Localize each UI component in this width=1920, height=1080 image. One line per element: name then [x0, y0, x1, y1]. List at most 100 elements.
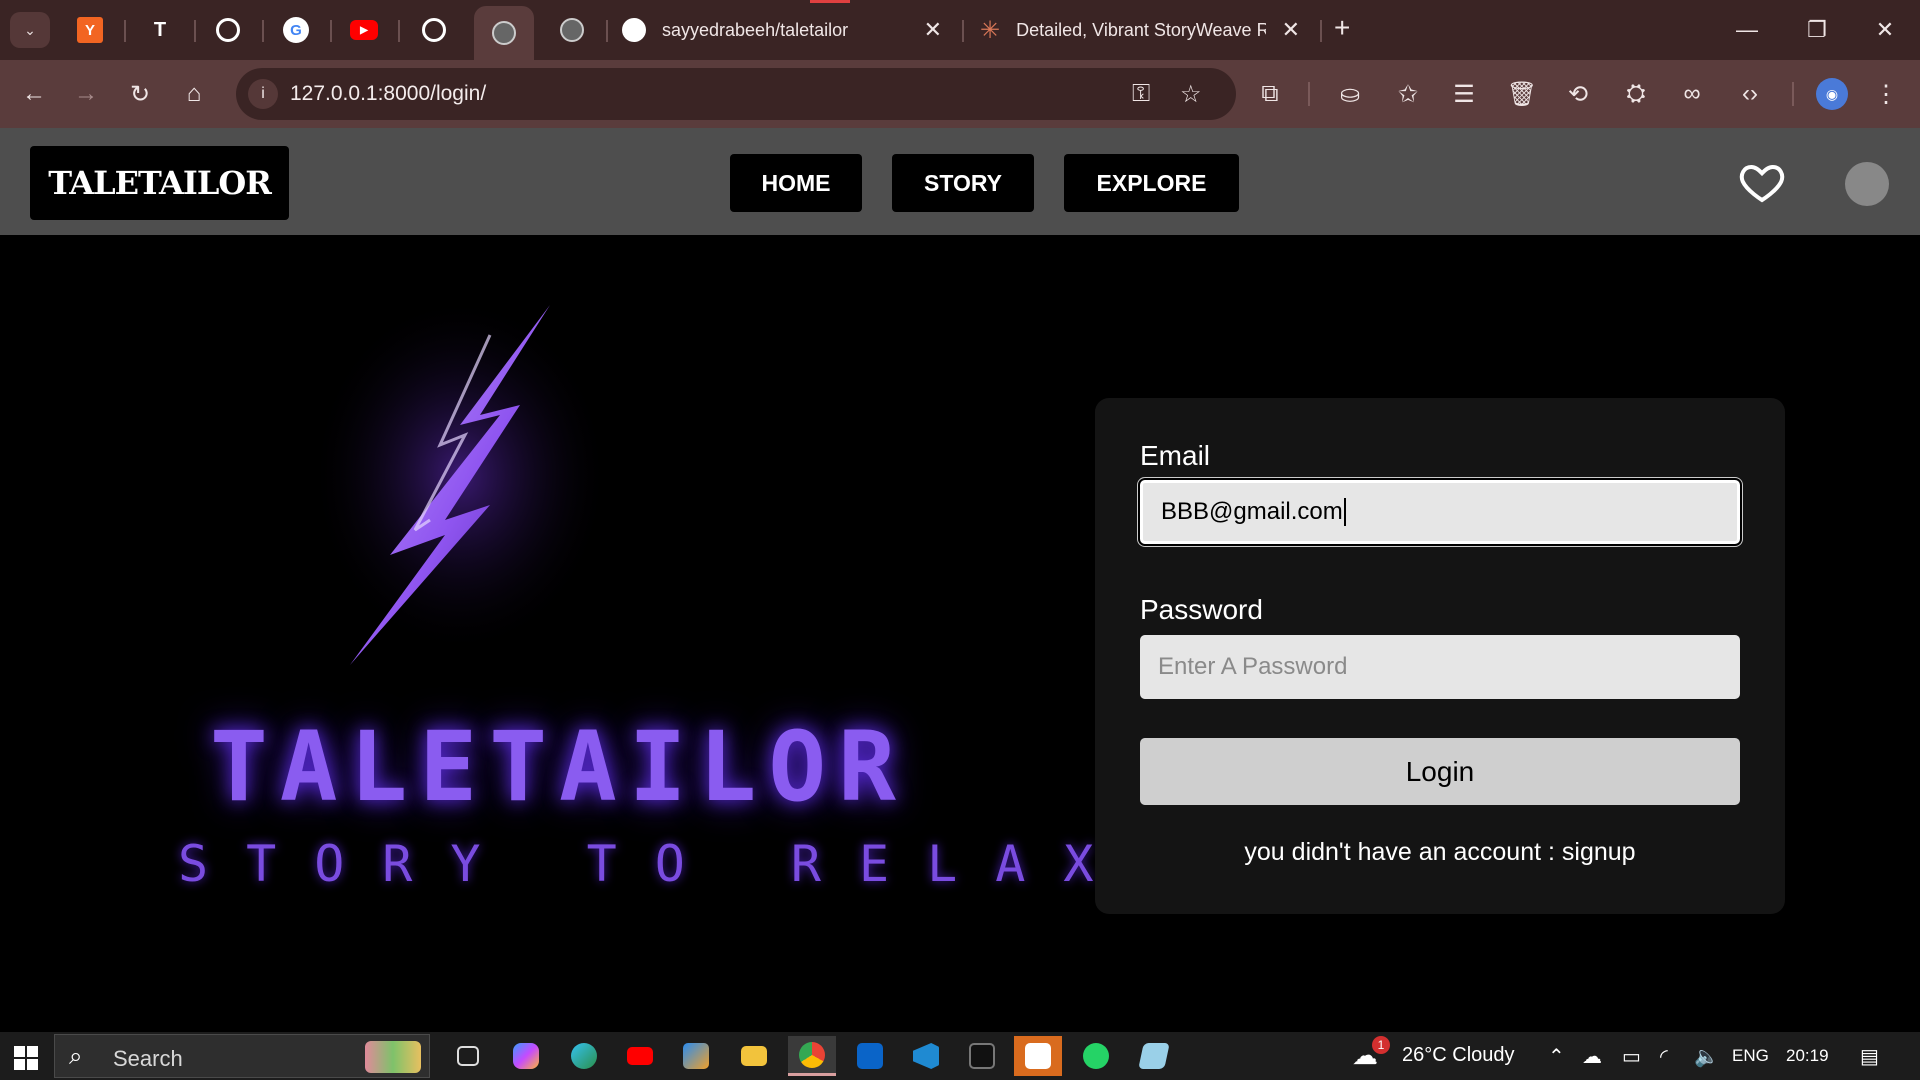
restore-icon[interactable]: ❐: [1792, 10, 1842, 50]
menu-kebab-icon[interactable]: ⋮: [1868, 76, 1904, 112]
writer-icon[interactable]: [1014, 1036, 1062, 1076]
vscode-icon[interactable]: [902, 1036, 950, 1076]
close-tab-icon[interactable]: ✕: [924, 17, 942, 43]
hero-logo-wordmark: TALETAILOR: [210, 711, 908, 823]
whatsapp-icon[interactable]: [1072, 1036, 1120, 1076]
outlook-icon[interactable]: [846, 1036, 894, 1076]
tab-separator: [962, 20, 964, 42]
tab-github[interactable]: sayyedrabeeh/taletailor ✕: [622, 8, 952, 52]
tab-separator: [1320, 20, 1322, 42]
terminal-icon[interactable]: [958, 1036, 1006, 1076]
close-window-icon[interactable]: ✕: [1860, 10, 1910, 50]
login-button[interactable]: Login: [1140, 738, 1740, 805]
tab-globe[interactable]: [538, 0, 606, 60]
nav-story-button[interactable]: STORY: [892, 154, 1034, 212]
nav-explore-button[interactable]: EXPLORE: [1064, 154, 1239, 212]
pinned-tab-chatgpt-2[interactable]: [400, 0, 468, 60]
search-highlight-icon: [365, 1041, 421, 1073]
extensions-icon[interactable]: ⧉: [1252, 76, 1288, 112]
delete-icon[interactable]: 🗑: [1504, 76, 1540, 112]
youtube-app-icon[interactable]: [616, 1036, 664, 1076]
hero-tagline: STORY TO RELAX: [178, 835, 1132, 893]
site-info-icon[interactable]: i: [248, 79, 278, 109]
user-avatar[interactable]: [1845, 162, 1889, 206]
chrome-icon[interactable]: [788, 1036, 836, 1076]
github-icon: [622, 18, 646, 42]
password-field[interactable]: Enter A Password: [1140, 635, 1740, 699]
email-field[interactable]: BBB@gmail.com: [1140, 480, 1740, 544]
devtools-icon[interactable]: ‹›: [1732, 76, 1768, 112]
pinned-tab-google[interactable]: G: [262, 0, 330, 60]
signup-link[interactable]: you didn't have an account : signup: [1095, 838, 1785, 867]
email-value: BBB@gmail.com: [1161, 498, 1343, 525]
heart-icon[interactable]: [1738, 158, 1786, 206]
language-indicator[interactable]: ENG: [1732, 1046, 1769, 1066]
chatgpt-icon: [422, 18, 446, 42]
minimize-icon[interactable]: —: [1722, 10, 1772, 50]
pinned-tab-youtube[interactable]: ▶: [330, 0, 398, 60]
tab-search-dropdown[interactable]: ⌄: [10, 12, 50, 48]
reload-icon[interactable]: ↻: [122, 76, 158, 112]
favorites-icon[interactable]: ✩: [1390, 76, 1426, 112]
wifi-icon[interactable]: ◜: [1660, 1044, 1668, 1069]
translate-icon[interactable]: ⛭: [1618, 76, 1654, 112]
back-icon[interactable]: ←: [16, 76, 52, 112]
notes-app-icon[interactable]: [1130, 1036, 1178, 1076]
browser-tab-strip: ⌄ Y T G ▶ sayyedrabeeh/taletailor ✕ ✳ De…: [0, 0, 1920, 60]
login-page: TALETAILOR STORY TO RELAX Email BBB@gmai…: [0, 235, 1920, 1032]
weather-badge: 1: [1372, 1036, 1390, 1054]
text-caret: [1343, 498, 1346, 526]
clock[interactable]: 20:19: [1786, 1046, 1829, 1066]
pinned-tab-toolbox[interactable]: T: [126, 0, 194, 60]
ycombinator-icon: Y: [77, 17, 103, 43]
volume-icon[interactable]: 🔈: [1694, 1044, 1719, 1069]
address-bar[interactable]: i 127.0.0.1:8000/login/ ⚿ ☆: [236, 68, 1236, 120]
site-brand-logo[interactable]: TALETAILOR: [30, 146, 289, 220]
reading-list-icon[interactable]: ☰: [1446, 76, 1482, 112]
taskbar-search-placeholder: Search: [113, 1046, 183, 1071]
password-label: Password: [1140, 594, 1263, 625]
incognito-icon[interactable]: ⛀: [1332, 76, 1368, 112]
windows-start-icon[interactable]: [14, 1046, 38, 1070]
toolbox-icon: T: [153, 18, 167, 41]
task-view-icon[interactable]: [444, 1036, 492, 1076]
new-tab-button[interactable]: +: [1334, 12, 1350, 44]
close-tab-icon[interactable]: ✕: [1282, 17, 1300, 43]
taskbar-search[interactable]: ⌕ Search: [54, 1034, 430, 1078]
active-tab-login[interactable]: [474, 6, 534, 60]
battery-icon[interactable]: ▭: [1622, 1044, 1641, 1069]
globe-icon: [492, 21, 516, 45]
history-icon[interactable]: ⟲: [1560, 76, 1596, 112]
chevron-up-icon[interactable]: ⌃: [1548, 1044, 1565, 1069]
login-card: Email BBB@gmail.com Password Enter A Pas…: [1095, 398, 1785, 914]
search-icon: ⌕: [69, 1043, 83, 1070]
link-icon[interactable]: ∞: [1674, 76, 1710, 112]
weather-text[interactable]: 26°C Cloudy: [1402, 1044, 1515, 1067]
notifications-icon[interactable]: ▤: [1860, 1044, 1879, 1069]
chatgpt-icon: [216, 18, 240, 42]
google-icon: G: [283, 17, 309, 43]
browser-toolbar: ← → ↻ ⌂ i 127.0.0.1:8000/login/ ⚿ ☆ ⧉ ⛀ …: [0, 60, 1920, 128]
tab-title: Detailed, Vibrant StoryWeave R: [1016, 19, 1267, 40]
onedrive-icon[interactable]: ☁: [1582, 1044, 1602, 1069]
copilot-icon[interactable]: [502, 1036, 550, 1076]
home-icon[interactable]: ⌂: [176, 76, 212, 112]
nav-home-button[interactable]: HOME: [730, 154, 862, 212]
tab-claude[interactable]: ✳ Detailed, Vibrant StoryWeave R ✕: [980, 8, 1310, 52]
file-explorer-icon[interactable]: [730, 1036, 778, 1076]
pinned-tab-ycombinator[interactable]: Y: [56, 0, 124, 60]
forward-icon[interactable]: →: [68, 76, 104, 112]
tab-separator: [606, 20, 608, 42]
youtube-icon: ▶: [350, 20, 378, 40]
loading-indicator: [810, 0, 850, 3]
pinned-tab-chatgpt[interactable]: [194, 0, 262, 60]
toolbar-separator: [1308, 82, 1310, 106]
site-navbar: TALETAILOR HOME STORY EXPLORE: [0, 128, 1920, 235]
store-icon[interactable]: [672, 1036, 720, 1076]
address-url[interactable]: 127.0.0.1:8000/login/: [290, 82, 486, 106]
claude-icon: ✳: [980, 16, 1001, 44]
edge-icon[interactable]: [560, 1036, 608, 1076]
password-key-icon[interactable]: ⚿: [1132, 80, 1150, 108]
bookmark-star-icon[interactable]: ☆: [1180, 80, 1202, 109]
profile-avatar-icon[interactable]: ◉: [1816, 78, 1848, 110]
